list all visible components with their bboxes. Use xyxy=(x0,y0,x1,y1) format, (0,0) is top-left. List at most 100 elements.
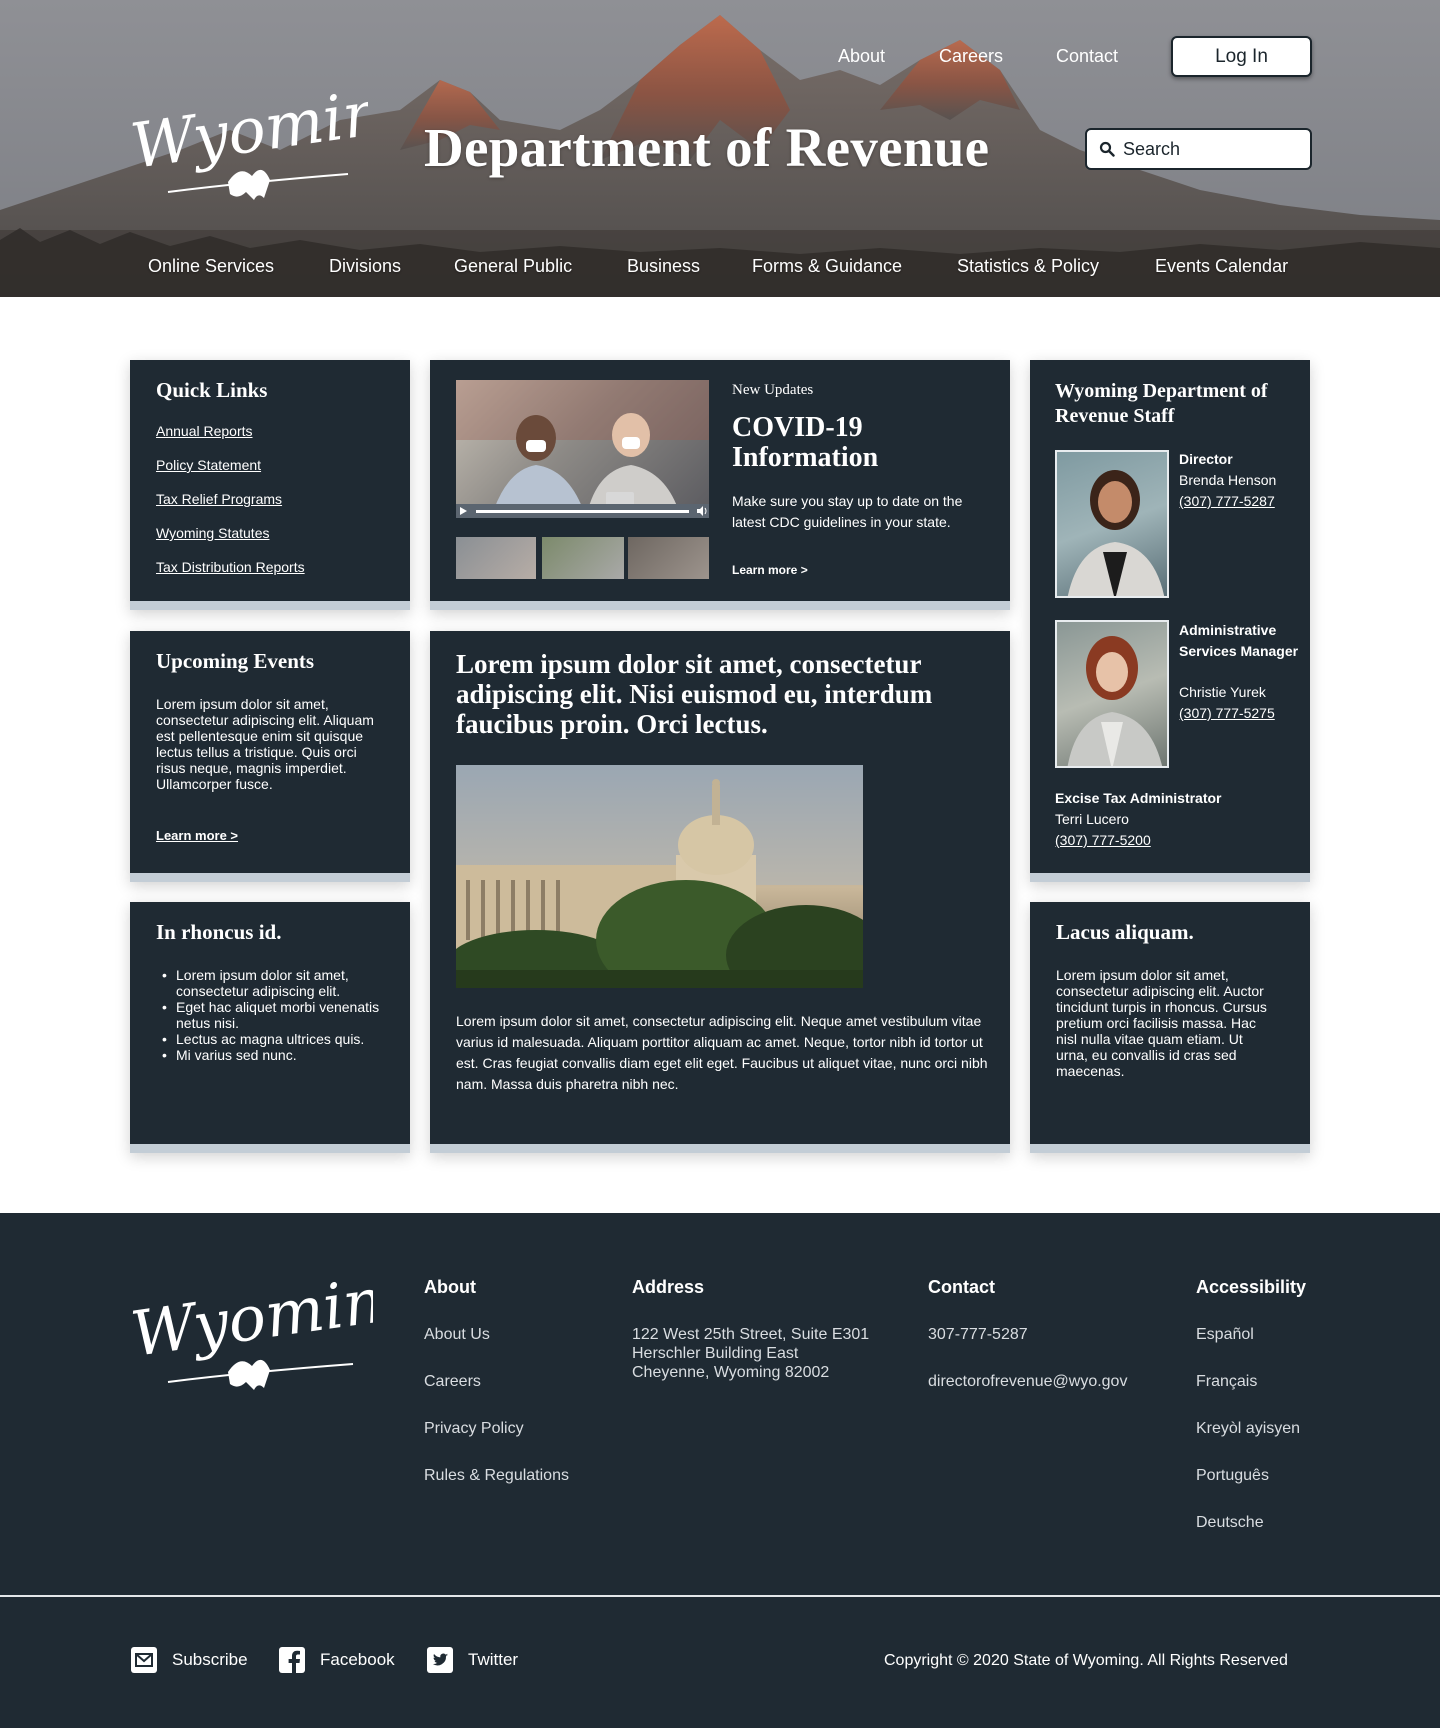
quick-links-card: Quick Links Annual Reports Policy Statem… xyxy=(130,360,410,610)
lacus-card: Lacus aliquam. Lorem ipsum dolor sit ame… xyxy=(1030,902,1310,1153)
lacus-title: Lacus aliquam. xyxy=(1056,920,1194,944)
staff-card: Wyoming Department of Revenue Staff Dire… xyxy=(1030,360,1310,882)
footer-lang-portugues[interactable]: Português xyxy=(1196,1467,1269,1485)
covid-learn-more-link[interactable]: Learn more > xyxy=(732,563,808,577)
quick-link-tax-relief[interactable]: Tax Relief Programs xyxy=(156,491,282,507)
feature-headline: Lorem ipsum dolor sit amet, consectetur … xyxy=(456,649,933,739)
footer-lang-francais[interactable]: Français xyxy=(1196,1373,1257,1391)
manager-portrait-icon xyxy=(1067,636,1163,766)
covid-title-line2: Information xyxy=(732,442,879,473)
footer-lang-deutsche[interactable]: Deutsche xyxy=(1196,1514,1264,1532)
footer-logo-icon: Wyoming xyxy=(127,1258,427,1390)
covid-title: COVID-19 Information xyxy=(732,413,878,473)
lacus-body: Lorem ipsum dolor sit amet, consectetur … xyxy=(1056,967,1267,1079)
upcoming-events-card: Upcoming Events Lorem ipsum dolor sit am… xyxy=(130,631,410,882)
quick-link-tax-distribution[interactable]: Tax Distribution Reports xyxy=(156,559,305,575)
video-thumbnail-2[interactable] xyxy=(542,537,624,579)
nav-events-calendar[interactable]: Events Calendar xyxy=(1155,256,1288,277)
twitter-label: Twitter xyxy=(468,1650,519,1669)
events-learn-more-link[interactable]: Learn more > xyxy=(156,828,238,843)
footer-lang-espanol[interactable]: Español xyxy=(1196,1326,1254,1344)
login-button[interactable]: Log In xyxy=(1171,36,1312,77)
nav-online-services[interactable]: Online Services xyxy=(148,256,274,277)
nav-divisions[interactable]: Divisions xyxy=(329,256,401,277)
covid-title-line1: COVID-19 xyxy=(732,412,863,443)
footer-link-careers[interactable]: Careers xyxy=(424,1373,481,1391)
footer-contact-email[interactable]: directorofrevenue@wyo.gov xyxy=(928,1373,1127,1391)
logo-text: Wyoming xyxy=(128,82,368,183)
covid-video[interactable] xyxy=(456,380,709,518)
footer-contact-phone[interactable]: 307-777-5287 xyxy=(928,1326,1028,1344)
rhoncus-list: • Lorem ipsum dolor sit amet, consectetur… xyxy=(162,967,391,1063)
staff-name-manager: Christie Yurek xyxy=(1179,684,1266,700)
footer-address-line1: 122 West 25th Street, Suite E301 xyxy=(632,1326,870,1343)
staff-role-manager: Administrative Services Manager xyxy=(1179,622,1299,659)
list-item: • Mi varius sed nunc. xyxy=(162,1047,297,1063)
quick-link-policy-statement[interactable]: Policy Statement xyxy=(156,457,261,473)
nav-business[interactable]: Business xyxy=(627,256,700,277)
staff-name-excise: Terri Lucero xyxy=(1055,811,1129,827)
footer-address-line2: Herschler Building East xyxy=(632,1345,799,1362)
staff-role-director: Director xyxy=(1179,451,1233,467)
hero-header: About Careers Contact Log In Wyoming Dep… xyxy=(0,0,1440,297)
manager-photo xyxy=(1055,620,1169,768)
wyoming-logo-icon: Wyoming xyxy=(126,70,427,200)
footer-divider xyxy=(0,1595,1440,1597)
footer-lang-kreyol[interactable]: Kreyòl ayisyen xyxy=(1196,1420,1300,1438)
twitter-icon xyxy=(427,1647,453,1673)
rhoncus-title: In rhoncus id. xyxy=(156,920,282,944)
director-portrait-icon xyxy=(1067,470,1165,596)
staff-phone-manager[interactable]: (307) 777-5275 xyxy=(1179,705,1275,721)
page-title: Department of Revenue xyxy=(424,117,990,178)
footer-address-heading: Address xyxy=(632,1277,705,1297)
feature-body: Lorem ipsum dolor sit amet, consectetur … xyxy=(456,1013,988,1092)
covid-eyebrow: New Updates xyxy=(732,382,814,398)
facebook-icon xyxy=(279,1647,305,1673)
staff-title: Wyoming Department of Revenue Staff xyxy=(1055,380,1268,427)
mail-icon xyxy=(131,1647,157,1673)
footer-logo-text: Wyoming xyxy=(128,1268,373,1371)
top-nav-contact[interactable]: Contact xyxy=(1056,46,1118,67)
nav-forms-guidance[interactable]: Forms & Guidance xyxy=(752,256,902,277)
quick-link-annual-reports[interactable]: Annual Reports xyxy=(156,423,253,439)
search-input[interactable] xyxy=(1123,138,1303,160)
staff-phone-excise[interactable]: (307) 777-5200 xyxy=(1055,832,1151,848)
top-nav-about[interactable]: About xyxy=(838,46,885,67)
footer-link-rules[interactable]: Rules & Regulations xyxy=(424,1467,569,1485)
staff-role-excise: Excise Tax Administrator xyxy=(1055,790,1222,806)
quick-link-wyoming-statutes[interactable]: Wyoming Statutes xyxy=(156,525,269,541)
capitol-building-image xyxy=(456,765,863,988)
list-item: • Lorem ipsum dolor sit amet, consectetur… xyxy=(162,967,349,999)
volume-icon[interactable] xyxy=(695,504,709,518)
covid-card: New Updates COVID-19 Information Make su… xyxy=(430,360,1010,610)
facebook-link[interactable]: Facebook xyxy=(278,1646,395,1674)
top-nav-careers[interactable]: Careers xyxy=(939,46,1003,67)
feature-article-card: Lorem ipsum dolor sit amet, consectetur … xyxy=(430,631,1010,1153)
subscribe-link[interactable]: Subscribe xyxy=(130,1646,248,1674)
facebook-label: Facebook xyxy=(320,1650,395,1669)
list-item: • Lectus ac magna ultrices quis. xyxy=(162,1031,365,1047)
video-scrubber[interactable] xyxy=(476,509,689,513)
staff-phone-director[interactable]: (307) 777-5287 xyxy=(1179,493,1275,509)
subscribe-label: Subscribe xyxy=(172,1650,248,1669)
footer-link-about-us[interactable]: About Us xyxy=(424,1326,490,1344)
footer-contact-heading: Contact xyxy=(928,1277,995,1297)
events-body: Lorem ipsum dolor sit amet, consectetur … xyxy=(156,696,374,792)
footer-wyoming-logo[interactable]: Wyoming xyxy=(127,1258,427,1408)
rhoncus-card: In rhoncus id. • Lorem ipsum dolor sit am… xyxy=(130,902,410,1153)
search-field[interactable] xyxy=(1085,128,1312,170)
covid-body: Make sure you stay up to date on the lat… xyxy=(732,493,963,530)
nav-general-public[interactable]: General Public xyxy=(454,256,572,277)
wyoming-logo[interactable]: Wyoming xyxy=(126,70,427,217)
footer-address-line3: Cheyenne, Wyoming 82002 xyxy=(632,1364,830,1381)
list-item: • Eget hac aliquet morbi venenatis netus … xyxy=(162,999,380,1031)
play-icon[interactable] xyxy=(456,504,470,518)
events-title: Upcoming Events xyxy=(156,649,315,673)
video-thumbnail-3[interactable] xyxy=(628,537,709,579)
nav-statistics-policy[interactable]: Statistics & Policy xyxy=(957,256,1099,277)
footer-about-heading: About xyxy=(424,1277,476,1297)
footer-link-privacy[interactable]: Privacy Policy xyxy=(424,1420,524,1438)
twitter-link[interactable]: Twitter xyxy=(426,1646,518,1674)
director-photo xyxy=(1055,450,1169,598)
video-thumbnail-1[interactable] xyxy=(456,537,536,579)
